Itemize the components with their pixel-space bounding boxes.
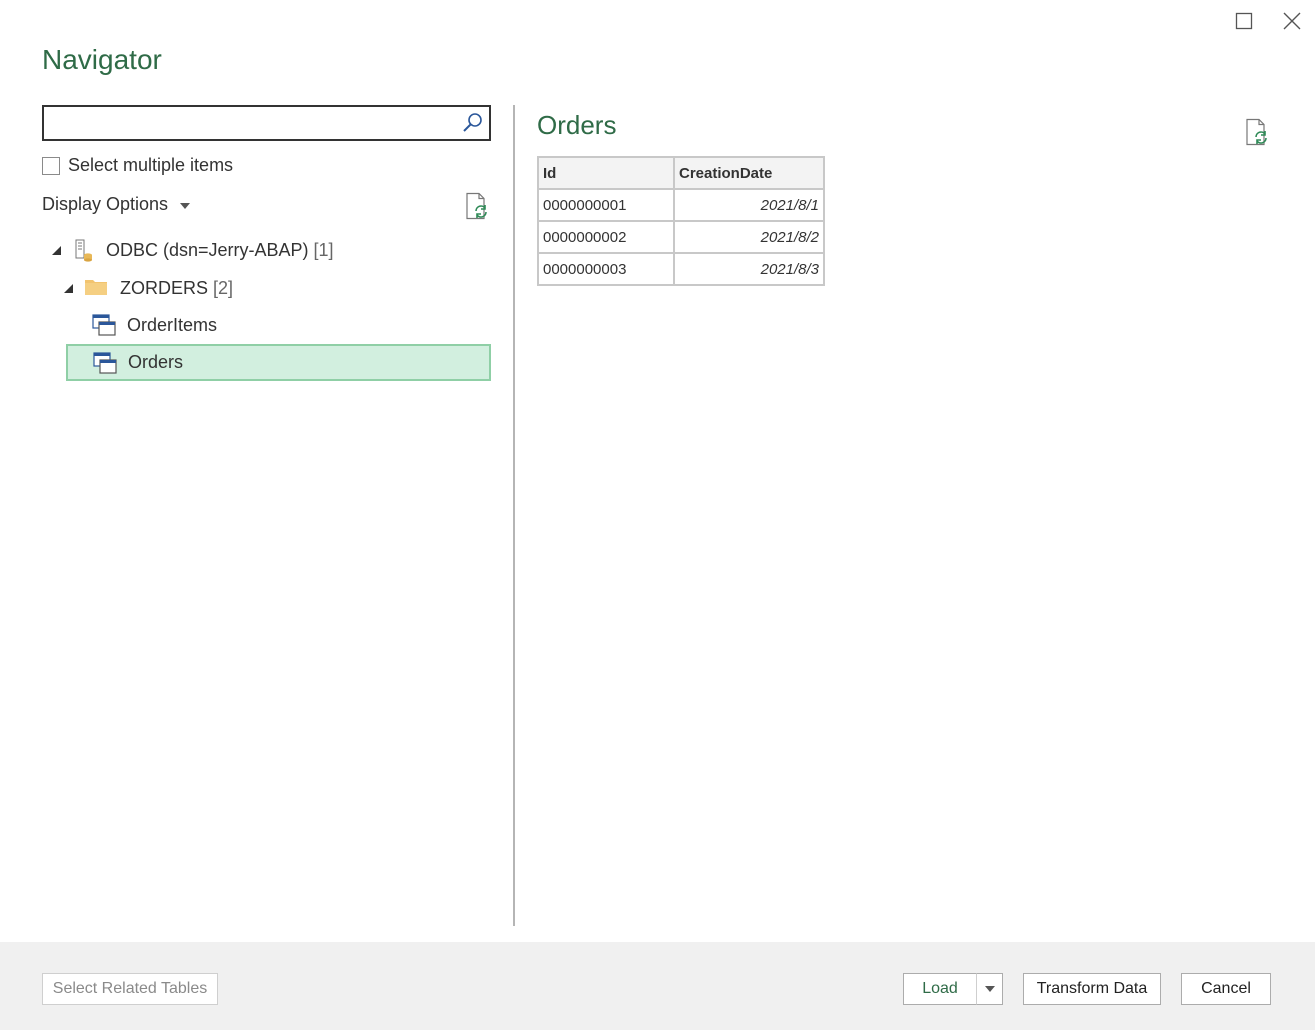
navigator-window: Navigator Select multiple items Display … — [0, 0, 1315, 1030]
pane-splitter[interactable] — [513, 105, 515, 926]
select-multiple-label: Select multiple items — [68, 155, 234, 175]
refresh-preview-icon[interactable] — [1244, 118, 1270, 146]
tree-item-orderitems[interactable]: OrderItems — [92, 307, 217, 343]
folder-icon — [83, 276, 109, 300]
table-cell-date: 2021/8/2 — [673, 220, 825, 254]
table-cell-id: 0000000001 — [537, 188, 675, 222]
tree-item-orders[interactable]: Orders — [66, 344, 491, 381]
table-cell-date: 2021/8/3 — [673, 252, 825, 286]
table-row: 0000000002 2021/8/2 — [537, 220, 825, 254]
load-button[interactable]: Load — [903, 973, 976, 1005]
odbc-source-icon — [71, 238, 95, 262]
tree-item-label: ZORDERS — [120, 277, 209, 298]
preview-title: Orders — [537, 110, 617, 140]
checkbox-box[interactable] — [42, 156, 60, 175]
tree-item-label: Orders — [128, 352, 184, 372]
search-input[interactable] — [50, 111, 450, 135]
cancel-button[interactable]: Cancel — [1181, 973, 1271, 1005]
search-icon[interactable] — [461, 111, 485, 135]
load-options-dropdown[interactable] — [976, 973, 1003, 1005]
select-related-tables-button[interactable]: Select Related Tables — [42, 973, 218, 1005]
close-icon[interactable] — [1279, 8, 1305, 34]
column-header-creationdate[interactable]: CreationDate — [673, 156, 825, 190]
tree-item-odbc-source[interactable]: ODBC (dsn=Jerry-ABAP) [1] — [52, 232, 334, 268]
display-options-label: Display Options — [42, 194, 169, 214]
table-row: 0000000001 2021/8/1 — [537, 188, 825, 222]
chevron-down-icon — [984, 986, 995, 992]
tree-item-label: ODBC (dsn=Jerry-ABAP) — [106, 239, 309, 260]
tree-item-label: OrderItems — [127, 314, 218, 335]
table-cell-date: 2021/8/1 — [673, 188, 825, 222]
search-box[interactable] — [42, 105, 491, 141]
table-cell-id: 0000000003 — [537, 252, 675, 286]
tree-item-count: [2] — [213, 277, 234, 298]
expanded-triangle-icon[interactable] — [64, 283, 73, 293]
table-icon — [93, 351, 117, 375]
expanded-triangle-icon[interactable] — [52, 245, 61, 255]
tree-item-zorders[interactable]: ZORDERS [2] — [64, 270, 233, 306]
display-options-dropdown[interactable]: Display Options — [42, 194, 191, 215]
preview-table: Id CreationDate 0000000001 2021/8/1 0000… — [537, 156, 825, 286]
table-cell-id: 0000000002 — [537, 220, 675, 254]
dialog-footer: Select Related Tables Load Transform Dat… — [0, 942, 1315, 1030]
chevron-down-icon — [180, 202, 191, 209]
table-row: 0000000003 2021/8/3 — [537, 252, 825, 286]
select-multiple-checkbox[interactable]: Select multiple items — [42, 155, 233, 176]
transform-data-button[interactable]: Transform Data — [1023, 973, 1161, 1005]
maximize-icon[interactable] — [1231, 8, 1257, 34]
column-header-id[interactable]: Id — [537, 156, 675, 190]
table-icon — [92, 313, 116, 337]
refresh-icon[interactable] — [464, 192, 490, 220]
tree-item-count: [1] — [313, 239, 334, 260]
dialog-title: Navigator — [42, 44, 162, 75]
table-header-row: Id CreationDate — [537, 156, 825, 190]
